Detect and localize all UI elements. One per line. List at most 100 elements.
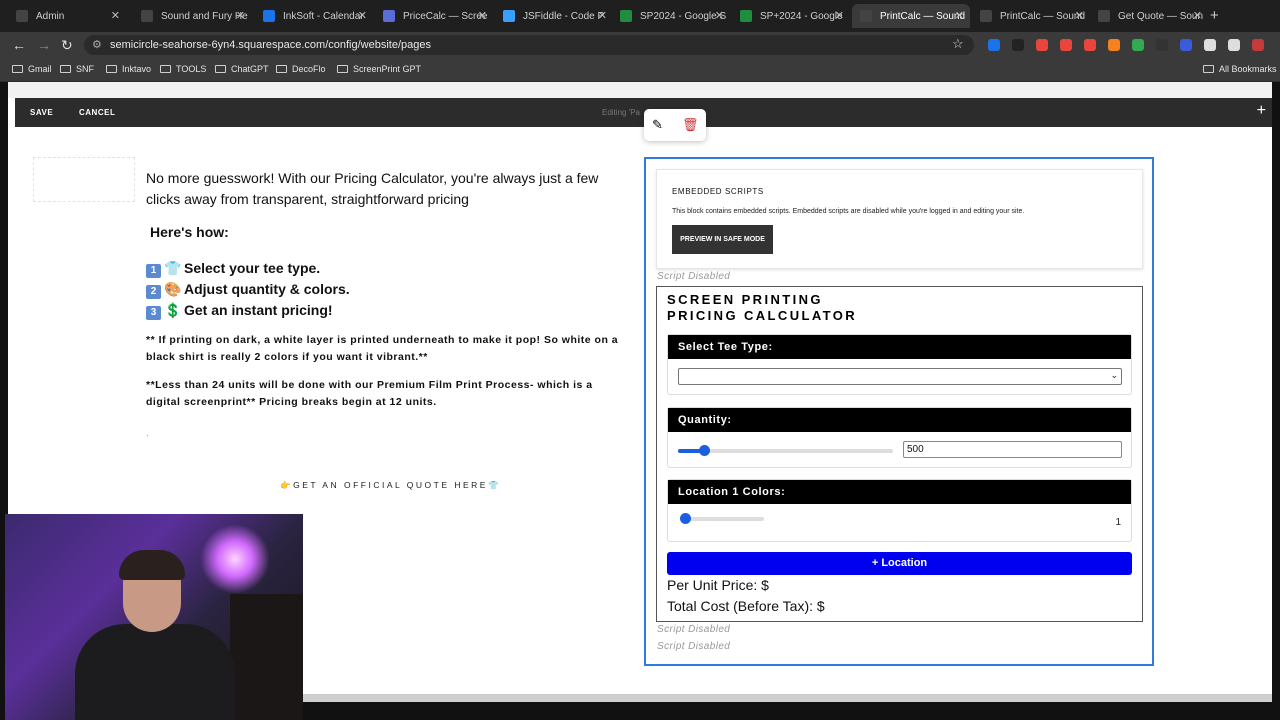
browser-tab[interactable]: InkSoft - Calendar ✕ <box>255 4 373 28</box>
calendar-icon <box>263 10 275 22</box>
folder-icon <box>215 65 226 73</box>
bookmarks-bar: All Bookmarks Gmail SNF Inktavo TOOLS ChatGP… <box>0 58 1280 82</box>
step-text: Adjust quantity & colors. <box>184 281 350 297</box>
embedded-scripts-heading: EMBEDDED SCRIPTS <box>672 187 764 196</box>
colors-label: Location 1 Colors: <box>668 480 1131 504</box>
bookmark-item[interactable]: ChatGPT <box>215 64 269 74</box>
close-tab-icon[interactable]: ✕ <box>478 9 487 22</box>
bookmark-star-icon[interactable]: ☆ <box>952 36 964 52</box>
block-toolbar: ✎ 🗑 <box>644 109 706 141</box>
browser-tab[interactable]: PrintCalc — Sound ✕ <box>972 4 1090 28</box>
script-disabled-label: Script Disabled <box>657 624 731 635</box>
close-tab-icon[interactable]: ✕ <box>835 9 844 22</box>
extension-icon[interactable] <box>1036 39 1048 51</box>
calculator-title-line2: PRICING CALCULATOR <box>667 308 858 323</box>
extension-icon[interactable] <box>1108 39 1120 51</box>
delete-trash-icon[interactable]: 🗑 <box>682 117 699 133</box>
browser-tab[interactable]: PrintCalc — Sound ✕ <box>852 4 970 28</box>
close-tab-icon[interactable]: ✕ <box>1075 9 1084 22</box>
extension-icon[interactable] <box>1252 39 1264 51</box>
steps-list: 1 👕 Select your tee type. 2 🎨 Adjust quantit… <box>146 258 350 321</box>
cancel-button[interactable]: CANCEL <box>79 108 115 117</box>
squarespace-icon <box>980 10 992 22</box>
extension-icon[interactable] <box>1228 39 1240 51</box>
tee-type-select[interactable]: ⌄ <box>678 368 1122 385</box>
official-quote-link[interactable]: 👉GET AN OFFICIAL QUOTE HERE👕 <box>280 480 501 491</box>
close-tab-icon[interactable]: ✕ <box>111 9 120 22</box>
squarespace-icon <box>141 10 153 22</box>
close-tab-icon[interactable]: ✕ <box>598 9 607 22</box>
tab-label: PrintCalc — Sound <box>1000 10 1086 22</box>
extension-icon[interactable] <box>1156 39 1168 51</box>
extension-icon[interactable] <box>1060 39 1072 51</box>
all-bookmarks-folder[interactable]: All Bookmarks <box>1203 64 1277 74</box>
stray-dot: . <box>146 428 149 439</box>
tab-label: JSFiddle - Code P <box>523 10 605 22</box>
new-tab-button[interactable]: + <box>1210 7 1219 24</box>
folder-icon <box>12 65 23 73</box>
edit-pencil-icon[interactable]: ✎ <box>652 117 663 133</box>
pricing-calculator: SCREEN PRINTING PRICING CALCULATOR Selec… <box>656 286 1143 622</box>
browser-tab[interactable]: Sound and Fury He ✕ <box>133 4 251 28</box>
embedded-scripts-card: EMBEDDED SCRIPTS This block contains emb… <box>656 169 1143 269</box>
script-disabled-label: Script Disabled <box>657 641 731 652</box>
bookmark-item[interactable]: SNF <box>60 64 94 74</box>
close-tab-icon[interactable]: ✕ <box>1193 9 1202 22</box>
close-tab-icon[interactable]: ✕ <box>236 9 245 22</box>
browser-tab-bar: Admin ✕ Sound and Fury He ✕ InkSoft - Calend… <box>0 0 1280 32</box>
tee-type-section: Select Tee Type: ⌄ <box>667 334 1132 395</box>
person-shirt <box>75 624 235 720</box>
browser-tab[interactable]: SP2024 - Google S ✕ <box>612 4 730 28</box>
close-tab-icon[interactable]: ✕ <box>358 9 367 22</box>
bookmark-item[interactable]: ScreenPrint GPT <box>337 64 421 74</box>
back-icon[interactable]: ← <box>12 37 26 53</box>
code-block-selected[interactable]: EMBEDDED SCRIPTS This block contains emb… <box>644 157 1154 666</box>
bookmark-item[interactable]: DecoFlo <box>276 64 326 74</box>
add-section-button[interactable]: + <box>1257 102 1266 120</box>
reload-icon[interactable]: ↻ <box>61 37 73 54</box>
site-settings-icon[interactable]: ⚙ <box>92 35 102 55</box>
folder-icon <box>1203 65 1214 73</box>
quantity-slider[interactable] <box>678 445 893 456</box>
quantity-slider-thumb[interactable] <box>699 445 710 456</box>
bookmark-item[interactable]: TOOLS <box>160 64 206 74</box>
browser-tab[interactable]: SP+2024 - Google ✕ <box>732 4 850 28</box>
browser-tab[interactable]: Get Quote — Soun ✕ <box>1090 4 1208 28</box>
browser-tab[interactable]: PriceCalc — Scree ✕ <box>375 4 493 28</box>
colors-count: 1 <box>1115 517 1121 528</box>
save-button[interactable]: SAVE <box>30 108 53 117</box>
forward-icon[interactable]: → <box>37 37 51 53</box>
extension-icon[interactable] <box>988 39 1000 51</box>
address-row: ← → ↻ ⚙ semicircle-seahorse-6yn4.squares… <box>0 32 1280 58</box>
close-tab-icon[interactable]: ✕ <box>715 9 724 22</box>
bookmark-item[interactable]: Inktavo <box>106 64 151 74</box>
tab-label: InkSoft - Calendar <box>283 10 364 22</box>
colors-slider[interactable] <box>680 513 764 524</box>
page-top-strip <box>8 82 1272 98</box>
extension-icon[interactable] <box>1204 39 1216 51</box>
quantity-input[interactable]: 500 <box>903 441 1122 458</box>
image-placeholder <box>33 157 135 202</box>
extension-icon[interactable] <box>1012 39 1024 51</box>
browser-tab[interactable]: Admin ✕ <box>8 4 126 28</box>
background-shelf <box>230 594 303 720</box>
browser-tab[interactable]: JSFiddle - Code P ✕ <box>495 4 613 28</box>
add-location-button[interactable]: + Location <box>667 552 1132 575</box>
extension-icon[interactable] <box>1132 39 1144 51</box>
step-item: 1 👕 Select your tee type. <box>146 258 350 279</box>
squarespace-icon <box>860 10 872 22</box>
bookmark-label: DecoFlo <box>292 64 326 74</box>
close-tab-icon[interactable]: ✕ <box>955 9 964 22</box>
extension-icon[interactable] <box>1084 39 1096 51</box>
editing-label: Editing 'Pa <box>602 108 640 117</box>
script-disabled-label: Script Disabled <box>657 271 731 282</box>
lamp-glow <box>200 524 270 594</box>
url-bar[interactable]: ⚙ semicircle-seahorse-6yn4.squarespace.c… <box>84 35 974 55</box>
sheets-icon <box>740 10 752 22</box>
total-cost: Total Cost (Before Tax): $ <box>667 598 825 614</box>
colors-section: Location 1 Colors: 1 <box>667 479 1132 542</box>
bookmark-item[interactable]: Gmail <box>12 64 52 74</box>
extension-icon[interactable] <box>1180 39 1192 51</box>
preview-safe-mode-button[interactable]: PREVIEW IN SAFE MODE <box>672 225 773 254</box>
colors-slider-thumb[interactable] <box>680 513 691 524</box>
